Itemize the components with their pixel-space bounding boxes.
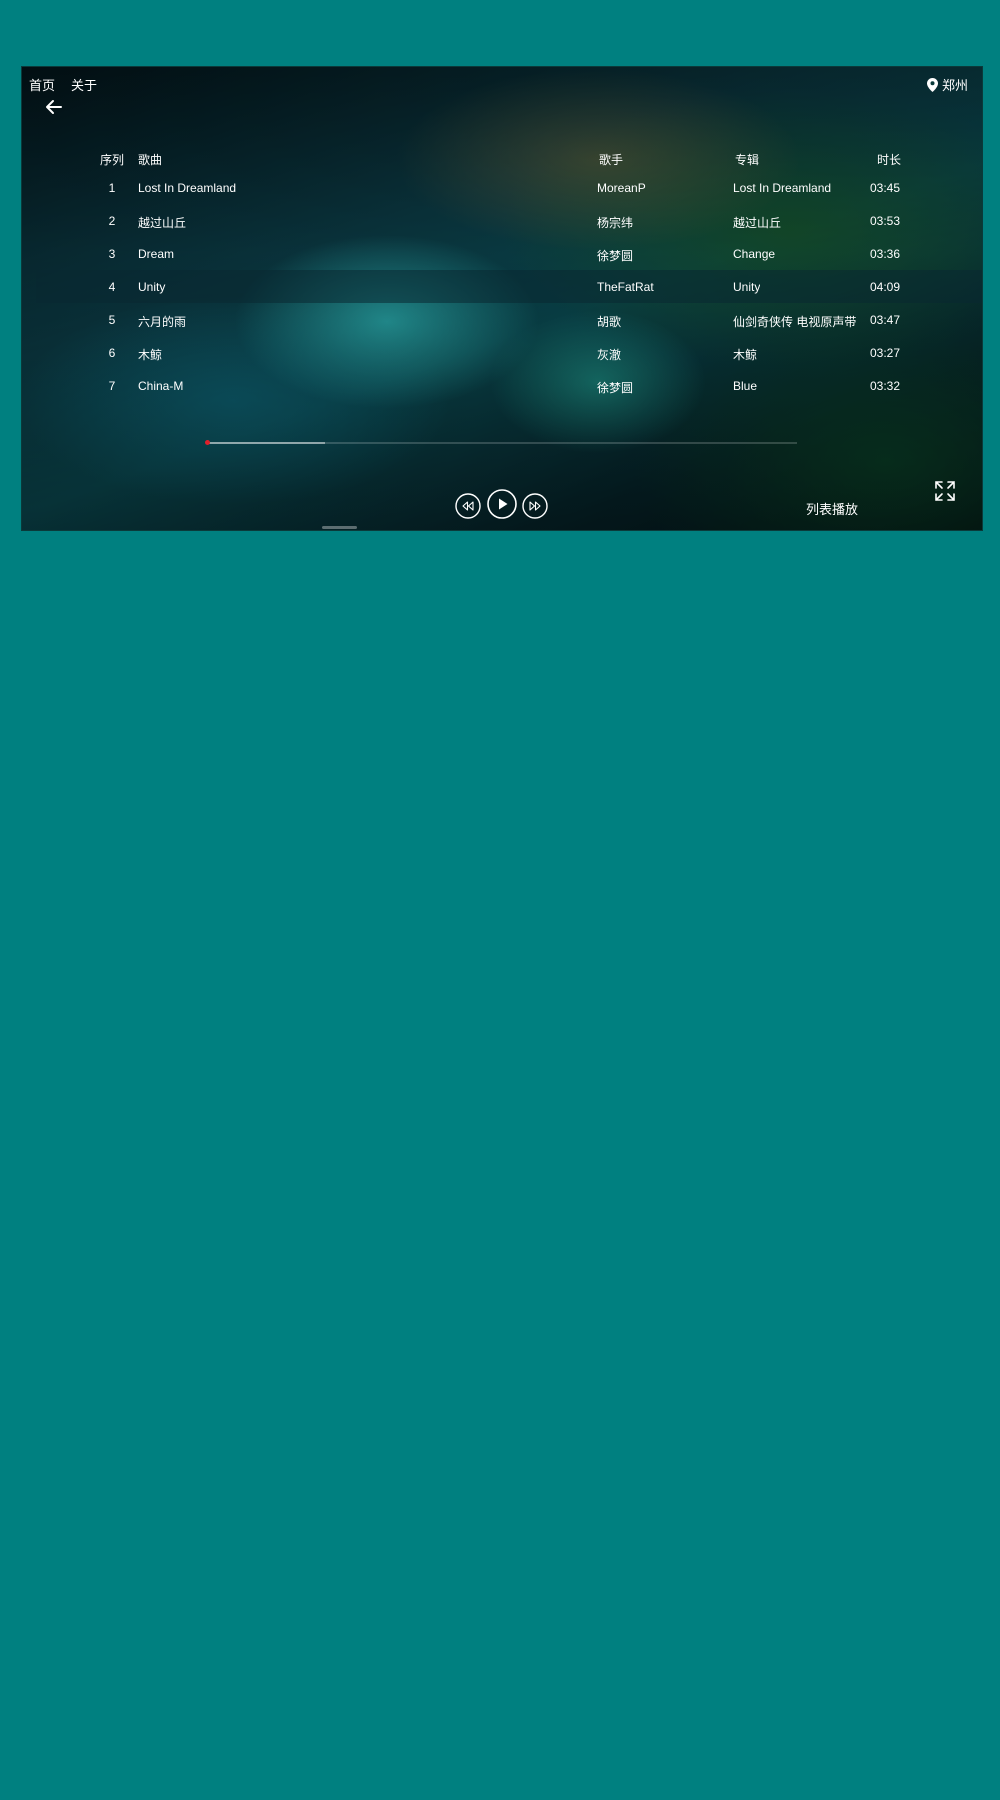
- play-icon[interactable]: [487, 489, 517, 519]
- header-index: 序列: [99, 153, 124, 167]
- table-row[interactable]: 5 六月的雨 胡歌 仙剑奇侠传 电视原声带 03:47: [22, 303, 982, 336]
- song-title: 六月的雨: [138, 315, 187, 329]
- song-index: 4: [108, 280, 116, 294]
- song-album: Change: [733, 247, 776, 261]
- progress-bar[interactable]: [205, 440, 797, 445]
- song-index: 1: [108, 181, 116, 195]
- song-list: 序列 歌曲 歌手 专辑 时长 1 Lost In Dreamland MoreanP…: [22, 143, 982, 402]
- song-duration: 03:27: [870, 346, 901, 360]
- rewind-icon[interactable]: [455, 493, 481, 519]
- song-duration: 03:32: [870, 379, 901, 393]
- song-duration: 03:47: [870, 313, 901, 327]
- map-pin-icon: [926, 77, 938, 92]
- location-city: 郑州: [941, 78, 968, 93]
- back-arrow-icon[interactable]: [44, 97, 64, 117]
- progress-played: [207, 442, 325, 444]
- header-song: 歌曲: [138, 153, 163, 167]
- song-artist: 灰澈: [597, 348, 622, 362]
- table-row[interactable]: 4 Unity TheFatRat Unity 04:09: [36, 270, 982, 303]
- song-duration: 04:09: [870, 280, 901, 294]
- song-album: Lost In Dreamland: [733, 181, 832, 195]
- song-title: 木鲸: [138, 348, 163, 362]
- song-artist: 胡歌: [597, 315, 622, 329]
- song-artist: 徐梦圆: [597, 381, 634, 395]
- song-title: China-M: [138, 379, 184, 393]
- song-duration: 03:36: [870, 247, 901, 261]
- nav-about-link[interactable]: 关于: [71, 75, 97, 94]
- progress-knob[interactable]: [205, 440, 210, 445]
- song-title: 越过山丘: [138, 216, 187, 230]
- song-album: Unity: [733, 280, 761, 294]
- song-artist: MoreanP: [597, 181, 646, 195]
- table-row[interactable]: 6 木鲸 灰澈 木鲸 03:27: [22, 336, 982, 369]
- song-album: 越过山丘: [733, 216, 782, 230]
- table-row[interactable]: 2 越过山丘 杨宗纬 越过山丘 03:53: [22, 204, 982, 237]
- song-index: 5: [108, 313, 116, 327]
- song-artist: TheFatRat: [597, 280, 654, 294]
- song-album: 仙剑奇侠传 电视原声带: [733, 315, 857, 329]
- song-duration: 03:53: [870, 214, 901, 228]
- song-artist: 徐梦圆: [597, 249, 634, 263]
- table-row[interactable]: 3 Dream 徐梦圆 Change 03:36: [22, 237, 982, 270]
- table-row[interactable]: 1 Lost In Dreamland MoreanP Lost In Dreamla…: [22, 171, 982, 204]
- header-duration: 时长: [877, 153, 902, 167]
- song-index: 2: [108, 214, 116, 228]
- header-artist: 歌手: [599, 153, 624, 167]
- table-header: 序列 歌曲 歌手 专辑 时长: [22, 143, 982, 171]
- fast-forward-icon[interactable]: [522, 493, 548, 519]
- table-row[interactable]: 7 China-M 徐梦圆 Blue 03:32: [22, 369, 982, 402]
- song-album: Blue: [733, 379, 758, 393]
- fullscreen-icon[interactable]: [934, 480, 956, 502]
- scroll-handle[interactable]: [322, 526, 357, 529]
- song-artist: 杨宗纬: [597, 216, 634, 230]
- play-mode-toggle[interactable]: 列表播放: [806, 499, 858, 518]
- location-indicator: 郑州: [926, 75, 968, 94]
- song-index: 3: [108, 247, 116, 261]
- song-title: Unity: [138, 280, 166, 294]
- song-index: 6: [108, 346, 116, 360]
- nav-home-link[interactable]: 首页: [29, 75, 55, 94]
- song-album: 木鲸: [733, 348, 758, 362]
- music-player: 首页 关于 郑州 序列 歌曲 歌手 专辑 时长 1 Lost In Dreamla…: [21, 66, 983, 531]
- song-duration: 03:45: [870, 181, 901, 195]
- song-title: Lost In Dreamland: [138, 181, 237, 195]
- header-album: 专辑: [735, 153, 760, 167]
- song-title: Dream: [138, 247, 175, 261]
- song-index: 7: [108, 379, 116, 393]
